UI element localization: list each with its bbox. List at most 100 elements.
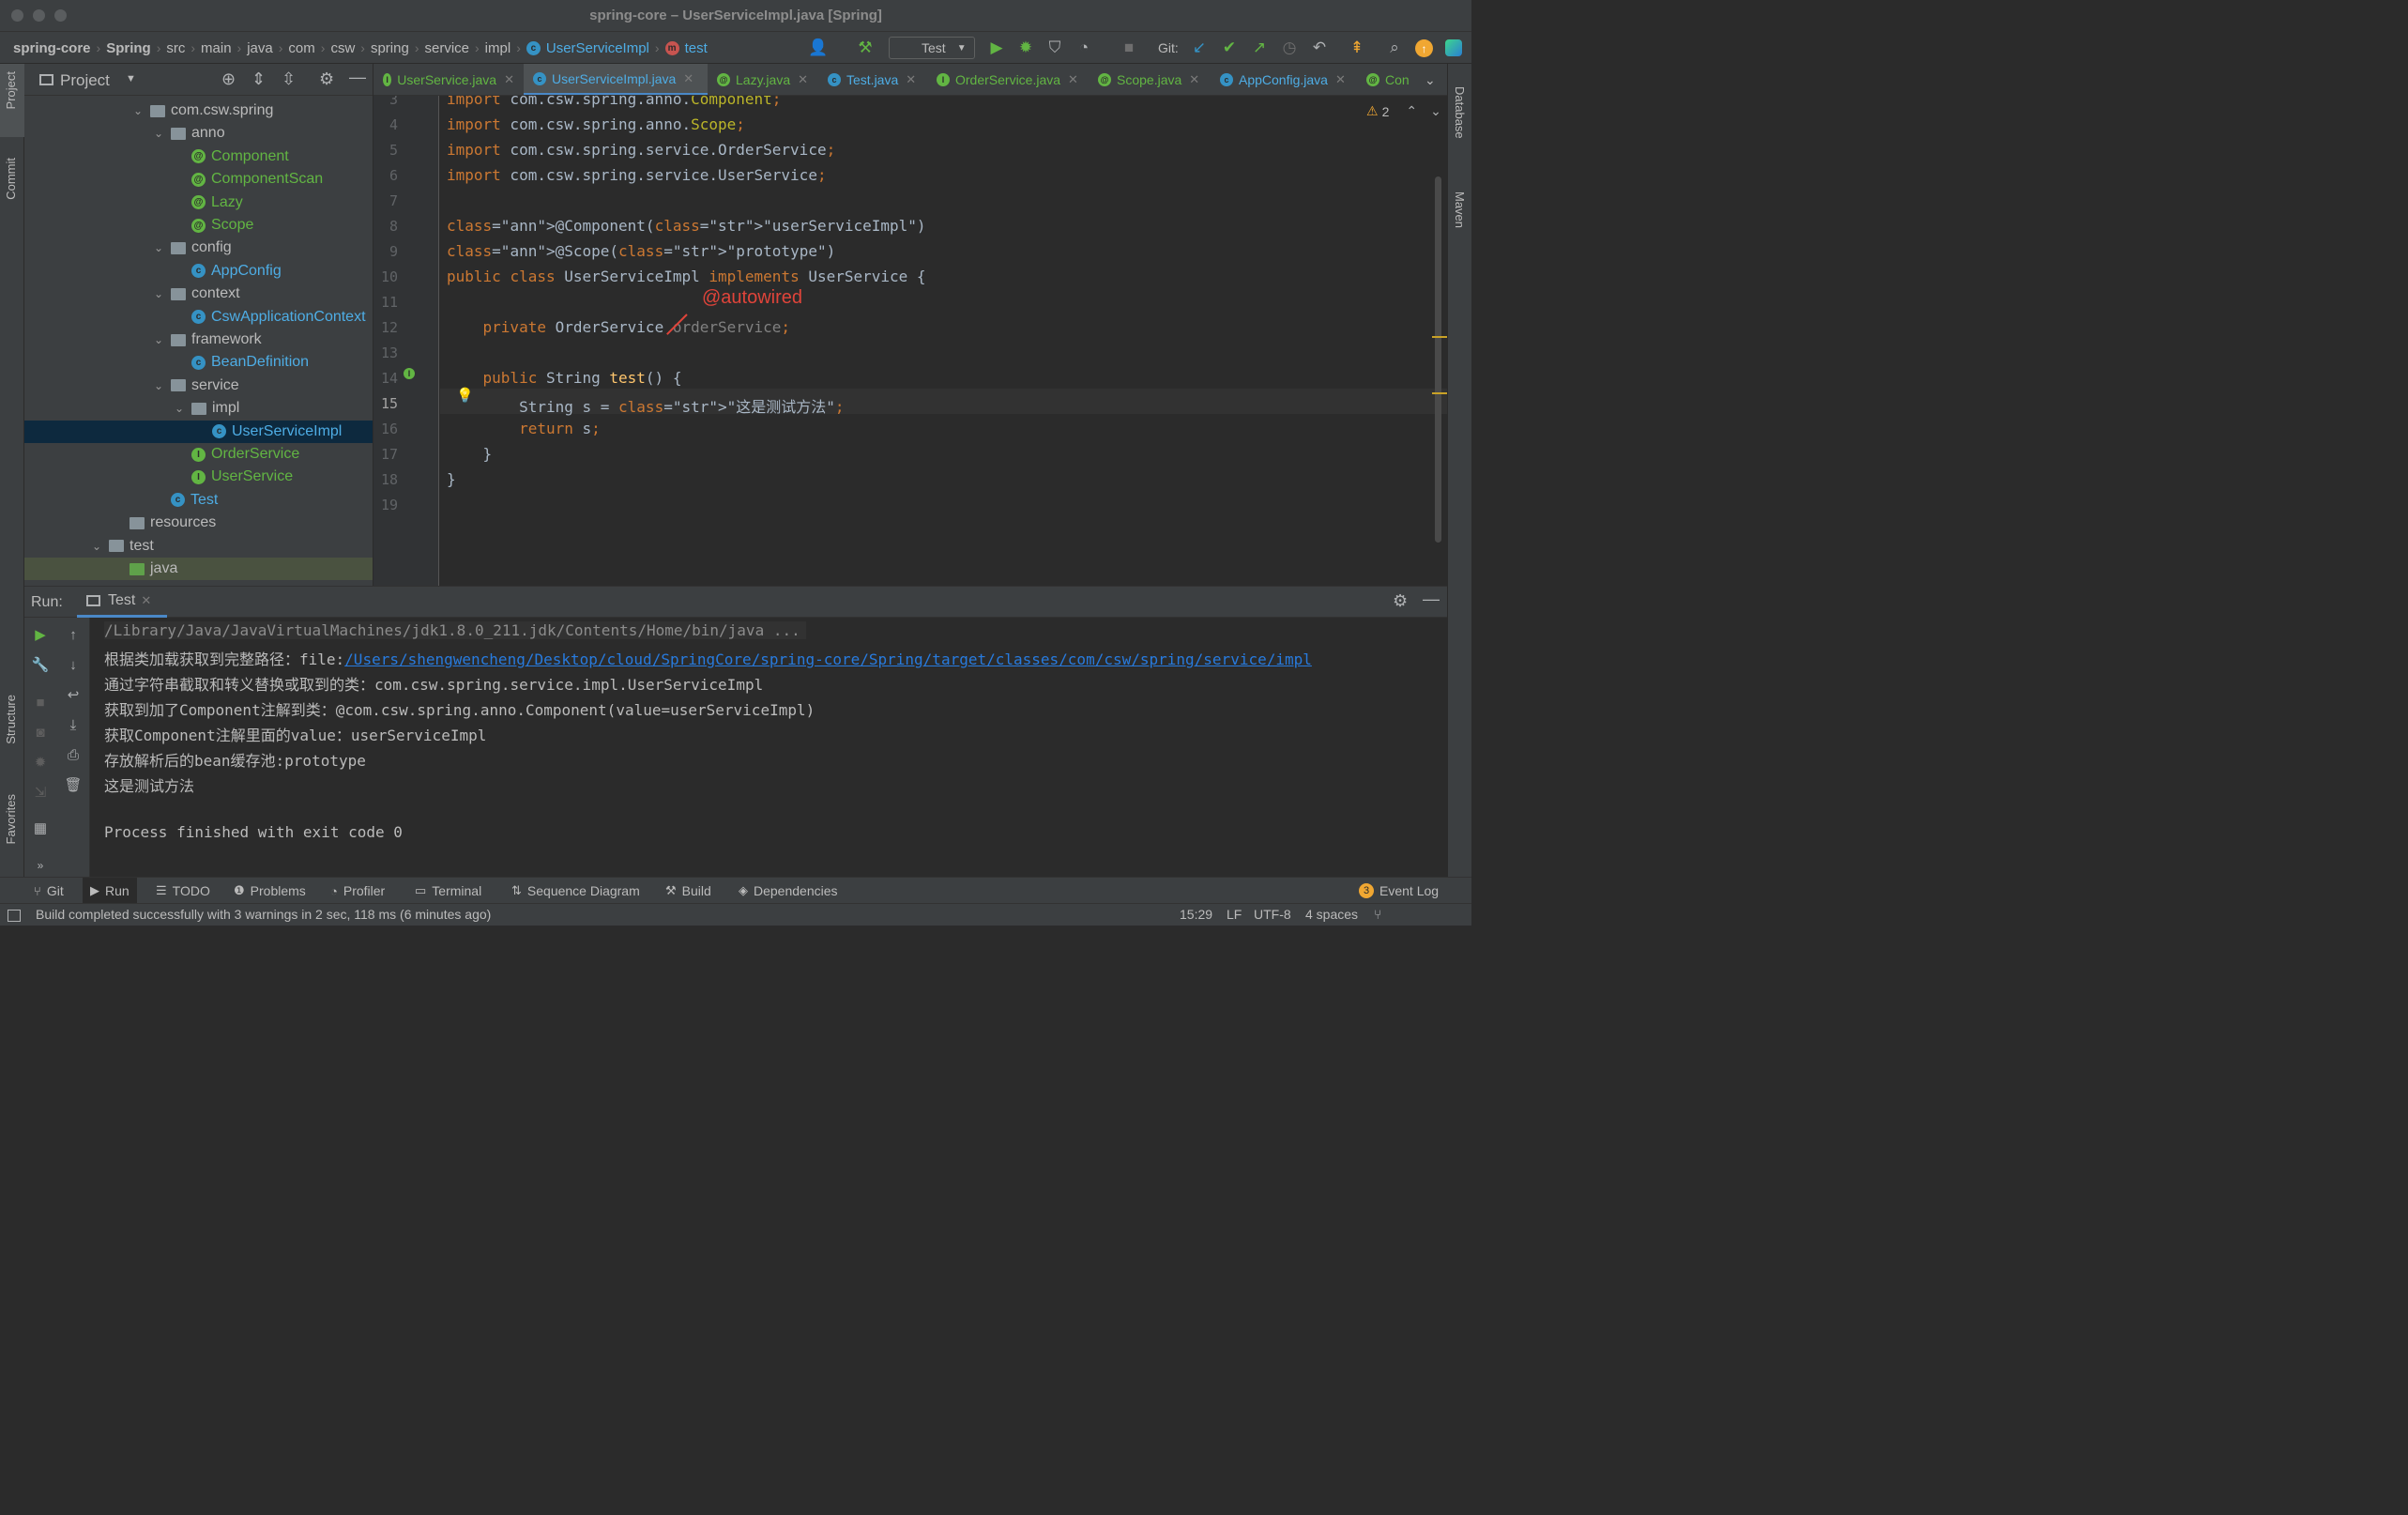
tree-item[interactable]: @ ComponentScan <box>24 168 373 191</box>
tree-item[interactable]: ⌄ com.csw.spring <box>24 99 373 122</box>
git-commit-icon[interactable]: ✔ <box>1220 38 1239 57</box>
warning-marker[interactable] <box>1432 336 1447 338</box>
vcs-branch-icon[interactable]: ⑂ <box>1374 907 1381 922</box>
tree-item[interactable]: @ Lazy <box>24 191 373 214</box>
tree-item[interactable]: ⌄ config <box>24 237 373 259</box>
exit-icon[interactable]: ⇲ <box>31 783 50 802</box>
rerun-icon[interactable]: ▶ <box>31 625 50 644</box>
tree-item[interactable]: c Test <box>24 489 373 512</box>
implements-gutter-icon[interactable]: I <box>404 368 415 379</box>
tool-window-problems[interactable]: ❶ Problems <box>234 878 306 904</box>
tool-window-profiler[interactable]: ◔ Profiler <box>330 878 385 904</box>
breadcrumb-item[interactable]: Spring <box>106 32 151 64</box>
code-line[interactable]: public String test() { <box>447 369 682 387</box>
breadcrumb-item[interactable]: UserServiceImpl <box>546 32 649 64</box>
hide-icon[interactable]: — <box>349 68 366 87</box>
close-icon[interactable]: ✕ <box>504 72 514 87</box>
tool-window-run[interactable]: ▶ Run <box>83 878 137 904</box>
chevron-down-icon[interactable]: ⌄ <box>131 104 145 117</box>
tree-item[interactable]: I OrderService <box>24 443 373 466</box>
run-config-select[interactable]: Test ▼ <box>889 37 975 59</box>
camera-icon[interactable]: ◙ <box>31 723 50 742</box>
tool-window-git[interactable]: ⑂ Git <box>34 878 64 904</box>
code-line[interactable]: import com.csw.spring.anno.Scope; <box>447 115 745 133</box>
code-line[interactable]: return s; <box>447 420 601 437</box>
tree-item[interactable]: c BeanDefinition <box>24 351 373 374</box>
code-line[interactable]: private OrderService orderService; <box>447 318 791 336</box>
status-message[interactable]: Build completed successfully with 3 warn… <box>36 907 491 922</box>
breadcrumb-item[interactable]: com <box>288 32 314 64</box>
breadcrumb-item[interactable]: spring <box>371 32 409 64</box>
breadcrumb-item[interactable]: java <box>247 32 273 64</box>
indent-setting[interactable]: 4 spaces <box>1305 907 1358 922</box>
chevron-down-icon[interactable]: ⌄ <box>1430 103 1441 119</box>
debug-off-icon[interactable]: ✹ <box>31 753 50 772</box>
inspection-widget[interactable]: ⚠ 2 ⌃ ⌄ <box>1366 103 1441 119</box>
console-path-link[interactable]: /Users/shengwencheng/Desktop/cloud/Sprin… <box>344 650 1312 668</box>
editor-tab[interactable]: I OrderService.java ✕ <box>927 64 1089 95</box>
caret-position[interactable]: 15:29 <box>1180 907 1212 922</box>
tool-window-terminal[interactable]: ▭ Terminal <box>415 878 481 904</box>
editor-scrollbar[interactable] <box>1435 176 1441 543</box>
favorites-tool-button[interactable]: Favorites <box>0 787 24 867</box>
tree-item[interactable]: ⌄ test <box>24 535 373 558</box>
close-icon[interactable]: ✕ <box>798 72 808 87</box>
debug-icon[interactable]: ✹ <box>1016 38 1035 57</box>
maven-tool-button[interactable]: Maven <box>1448 173 1472 238</box>
search-icon[interactable]: ⌕ <box>1385 38 1404 57</box>
code-line[interactable]: import com.csw.spring.service.UserServic… <box>447 166 827 184</box>
code-line[interactable]: public class UserServiceImpl implements … <box>447 268 926 285</box>
close-icon[interactable]: ✕ <box>1068 72 1078 87</box>
code-editor[interactable]: 3 4 5 6 7 8 9 10 11 12 13 14 15 16 17 18 19 import com.c… <box>373 96 1447 586</box>
expand-all-icon[interactable]: ⇕ <box>251 69 266 89</box>
tree-item[interactable]: @ Component <box>24 145 373 168</box>
tree-item[interactable]: @ Scope <box>24 214 373 237</box>
wrench-icon[interactable]: 🔧 <box>31 655 50 674</box>
tool-window-sequence-diagram[interactable]: ⇅ Sequence Diagram <box>511 878 640 904</box>
stop-icon[interactable]: ■ <box>31 693 50 712</box>
ide-logo-icon[interactable] <box>1445 39 1462 56</box>
gear-icon[interactable]: ⚙ <box>319 69 334 89</box>
commit-tool-button[interactable]: Commit <box>0 150 24 225</box>
tree-item[interactable]: c AppConfig <box>24 260 373 283</box>
code-line[interactable]: } <box>447 445 493 463</box>
tool-window-dependencies[interactable]: ◈ Dependencies <box>739 878 838 904</box>
tabs-overflow-icon[interactable]: ⌄ <box>1415 64 1447 95</box>
coverage-icon[interactable]: ⛉ <box>1045 38 1064 57</box>
chevron-up-icon[interactable]: ⌃ <box>1406 103 1417 119</box>
file-encoding[interactable]: UTF-8 <box>1254 907 1291 922</box>
close-icon[interactable]: ✕ <box>1189 72 1199 87</box>
hide-icon[interactable]: — <box>1423 589 1440 609</box>
editor-tab[interactable]: c Test.java ✕ <box>818 64 927 95</box>
event-log-button[interactable]: 3 Event Log <box>1359 878 1439 904</box>
breadcrumb-item[interactable]: service <box>424 32 469 64</box>
chevron-down-icon[interactable]: ⌄ <box>90 540 103 553</box>
code-line[interactable]: String s = class="str">"这是测试方法"; <box>447 394 844 417</box>
soft-wrap-icon[interactable]: ↩ <box>64 685 83 704</box>
user-icon[interactable]: 👤 <box>808 38 828 57</box>
editor-tab[interactable]: c AppConfig.java ✕ <box>1211 64 1357 95</box>
collapse-all-icon[interactable]: ⇳ <box>282 69 296 89</box>
editor-tab[interactable]: @ Lazy.java ✕ <box>708 64 818 95</box>
project-tool-button[interactable]: Project <box>0 64 24 137</box>
rollback-icon[interactable]: ↶ <box>1310 38 1329 57</box>
stop-icon[interactable]: ■ <box>1120 38 1138 57</box>
tree-item[interactable]: resources <box>24 512 373 534</box>
tree-item[interactable]: ⌄ impl <box>24 397 373 420</box>
close-icon[interactable]: ✕ <box>1335 72 1346 87</box>
chevron-down-icon[interactable]: ⌄ <box>152 333 165 346</box>
run-console[interactable]: /Library/Java/JavaVirtualMachines/jdk1.8… <box>90 618 1447 877</box>
gear-icon[interactable]: ⚙ <box>1393 591 1408 611</box>
line-separator[interactable]: LF <box>1227 907 1242 922</box>
update-icon[interactable]: ↑ <box>1415 39 1433 57</box>
chevron-down-icon[interactable]: ⌄ <box>152 379 165 392</box>
editor-tab[interactable]: I UserService.java ✕ <box>373 64 524 95</box>
history-icon[interactable]: ◷ <box>1280 38 1299 57</box>
code-line[interactable]: } <box>447 470 456 488</box>
code-line[interactable]: class="ann">@Scope(class="str">"prototyp… <box>447 242 835 260</box>
breadcrumb-item[interactable]: main <box>201 32 232 64</box>
breadcrumb-item[interactable]: spring-core <box>13 32 91 64</box>
database-tool-button[interactable]: Database <box>1448 73 1472 158</box>
scroll-to-end-icon[interactable]: ⤓ <box>64 715 83 734</box>
structure-tool-button[interactable]: Structure <box>0 687 24 772</box>
